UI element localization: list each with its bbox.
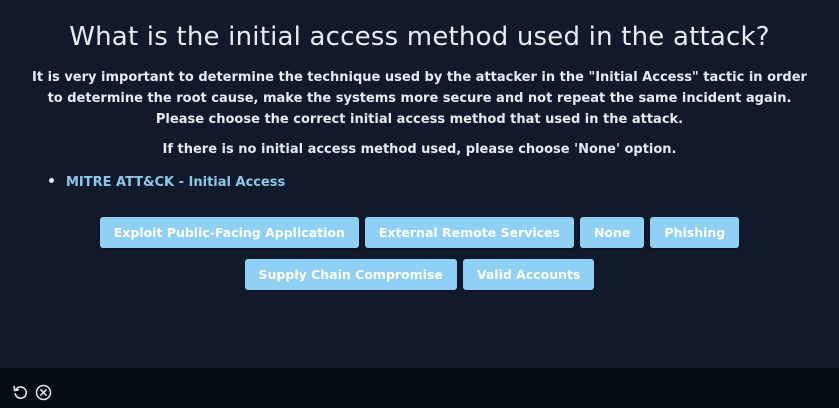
option-exploit-public-facing-application-button[interactable]: Exploit Public-Facing Application <box>99 217 359 248</box>
close-circle-icon[interactable] <box>35 384 52 401</box>
question-note: If there is no initial access method use… <box>162 142 677 157</box>
option-none-button[interactable]: None <box>579 217 645 248</box>
option-supply-chain-compromise-button[interactable]: Supply Chain Compromise <box>244 259 457 290</box>
answer-options-row-1: Exploit Public-Facing Application Extern… <box>0 217 839 248</box>
option-valid-accounts-button[interactable]: Valid Accounts <box>462 259 595 290</box>
question-description: It is very important to determine the te… <box>32 70 807 127</box>
question-title: What is the initial access method used i… <box>69 22 770 52</box>
footer-bar <box>0 368 839 408</box>
answer-options-row-2: Supply Chain Compromise Valid Accounts <box>0 259 839 290</box>
list-item: MITRE ATT&CK - Initial Access <box>45 170 285 191</box>
reference-list: MITRE ATT&CK - Initial Access <box>45 170 285 191</box>
mitre-initial-access-link[interactable]: MITRE ATT&CK - Initial Access <box>66 175 285 190</box>
question-panel: What is the initial access method used i… <box>0 0 839 368</box>
undo-icon[interactable] <box>12 384 29 401</box>
option-external-remote-services-button[interactable]: External Remote Services <box>364 217 574 248</box>
option-phishing-button[interactable]: Phishing <box>650 217 740 248</box>
bullet-icon <box>49 178 54 183</box>
